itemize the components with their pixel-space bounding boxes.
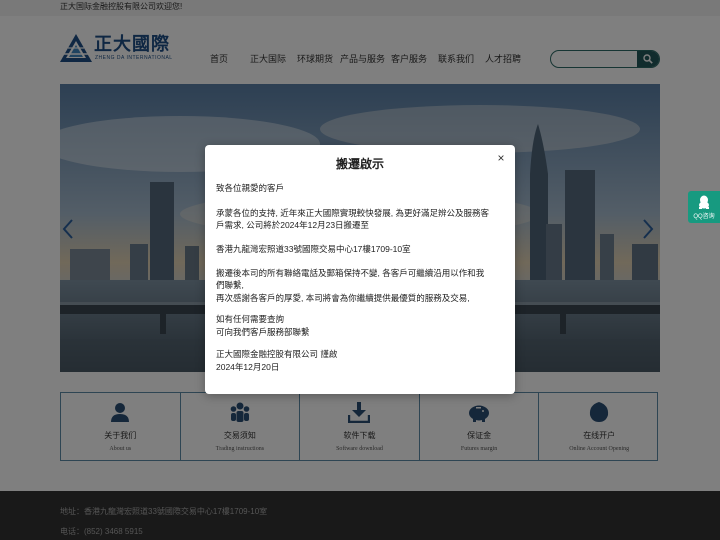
qq-consult-button[interactable]: QQ咨询 bbox=[688, 191, 720, 223]
modal-paragraph: 們聯繫, bbox=[216, 280, 244, 290]
modal-paragraph: 可向我們客戶服務部聯繫 bbox=[216, 327, 310, 337]
modal-paragraph: 搬遷後本司的所有聯絡電話及郵箱保持不變, 各客戶可繼續沿用以作和我 bbox=[216, 268, 485, 278]
qq-consult-label: QQ咨询 bbox=[693, 214, 715, 220]
modal-paragraph: 再次感謝各客戶的厚愛, 本司將會為你繼續提供最優質的服務及交易, bbox=[216, 293, 470, 303]
modal-date: 2024年12月20日 bbox=[216, 362, 280, 372]
modal-paragraph: 如有任何需要查詢 bbox=[216, 314, 285, 324]
modal-paragraph: 戶需求, 公司將於2024年12月23日搬遷至 bbox=[216, 220, 370, 230]
modal-greeting: 致各位親愛的客戶 bbox=[216, 183, 285, 193]
qq-penguin-icon bbox=[699, 195, 709, 209]
close-icon[interactable]: × bbox=[495, 152, 507, 164]
modal-title: 搬遷啟示 bbox=[335, 157, 384, 171]
modal-address: 香港九龍灣宏照道33號國際交易中心17樓1709-10室 bbox=[216, 244, 411, 254]
relocation-notice-modal: 搬遷啟示 × 致各位親愛的客戶 承蒙各位的支持, 近年來正大國際實現較快發展, … bbox=[205, 145, 515, 394]
modal-paragraph: 承蒙各位的支持, 近年來正大國際實現較快發展, 為更好滿足辨公及服務客 bbox=[216, 208, 489, 218]
modal-signature: 正大國際金融控股有限公司 謹啟 bbox=[216, 349, 338, 359]
